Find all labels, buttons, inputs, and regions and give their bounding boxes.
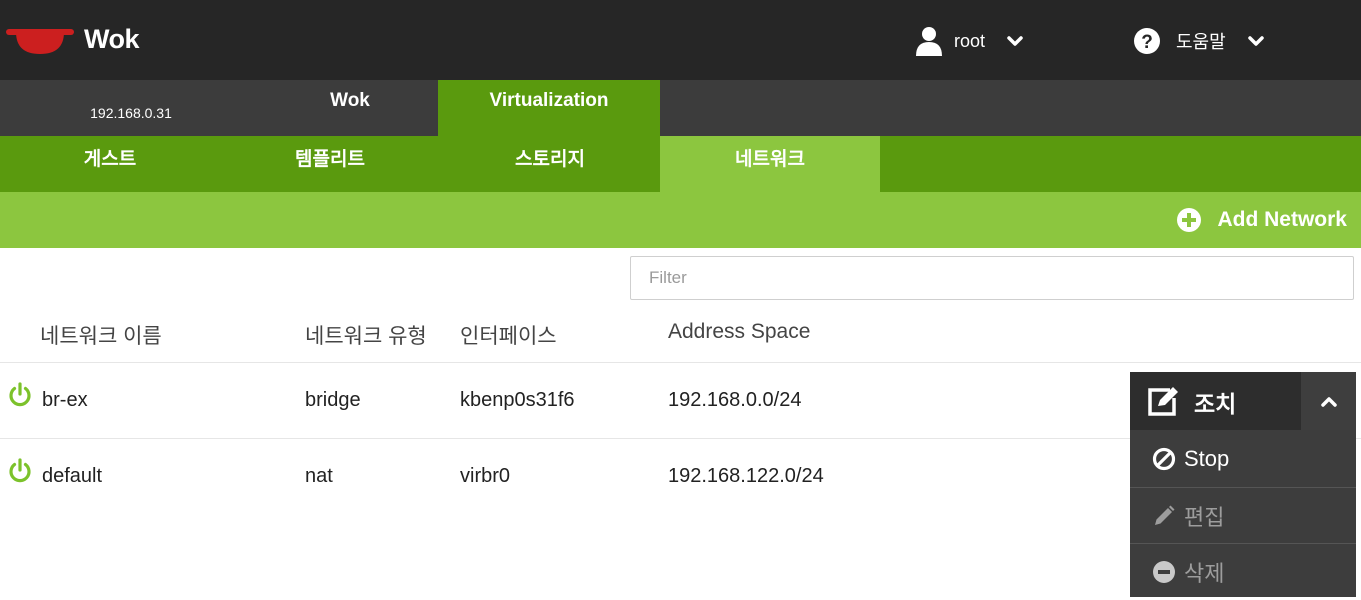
power-icon [9,458,31,483]
action-delete-label: 삭제 [1184,560,1225,586]
sub-tab-bar: 게스트 템플리트 스토리지 네트워크 [0,136,1361,192]
add-network-label: Add Network [1217,208,1347,231]
table-divider [0,362,1361,363]
help-icon: ? [1134,28,1160,54]
network-interface: kbenp0s31f6 [460,389,575,411]
network-name: br-ex [42,389,88,411]
top-header: Wok root ? 도움말 [0,0,1361,80]
action-edit-label: 편집 [1184,504,1225,530]
pencil-icon [1155,505,1175,525]
action-edit[interactable]: 편집 [1130,487,1356,544]
action-stop[interactable]: Stop [1130,430,1356,487]
network-address: 192.168.0.0/24 [668,389,802,411]
network-name: default [42,465,103,487]
action-stop-label: Stop [1184,445,1230,471]
help-menu[interactable]: ? 도움말 [1134,24,1264,58]
action-delete[interactable]: 삭제 [1130,543,1356,600]
stop-icon [1152,447,1176,470]
actions-dropdown-label: 조치 [1194,391,1237,417]
column-header-address[interactable]: Address Space [668,320,810,344]
edit-square-icon [1148,387,1178,416]
action-bar: Add Network [0,192,1361,248]
plus-circle-icon [1177,208,1202,232]
network-address: 192.168.122.0/24 [668,465,824,487]
tab-storage[interactable]: 스토리지 [440,136,660,192]
tab-host-ip[interactable]: 192.168.0.31 [0,80,262,136]
chevron-up-icon [1321,397,1337,407]
add-network-button[interactable]: Add Network [1177,203,1347,237]
network-interface: virbr0 [460,465,511,487]
help-label: 도움말 [1176,32,1226,52]
network-type: bridge [305,389,361,411]
column-header-interface[interactable]: 인터페이스 [460,320,557,350]
chevron-down-icon [1007,36,1023,46]
chevron-down-icon [1247,36,1264,46]
user-name: root [954,30,986,51]
brand-title[interactable]: Wok [84,24,140,55]
tab-templates[interactable]: 템플리트 [220,136,440,192]
power-icon [9,382,31,407]
wok-logo-icon [6,29,74,54]
minus-circle-icon [1153,560,1175,583]
column-header-type[interactable]: 네트워크 유형 [305,320,427,350]
host-tab-bar: 192.168.0.31 Wok Virtualization [0,80,1361,136]
tab-virtualization[interactable]: Virtualization [438,80,660,136]
user-icon [916,27,942,56]
tab-network[interactable]: 네트워크 [660,136,880,192]
tab-guests[interactable]: 게스트 [0,136,220,192]
svg-text:?: ? [1141,32,1153,53]
filter-input[interactable] [630,256,1354,300]
network-type: nat [305,465,333,487]
user-menu[interactable]: root [916,24,1023,58]
column-header-name[interactable]: 네트워크 이름 [40,320,162,350]
actions-dropdown-toggle[interactable] [1301,372,1356,430]
tab-wok[interactable]: Wok [262,80,438,136]
